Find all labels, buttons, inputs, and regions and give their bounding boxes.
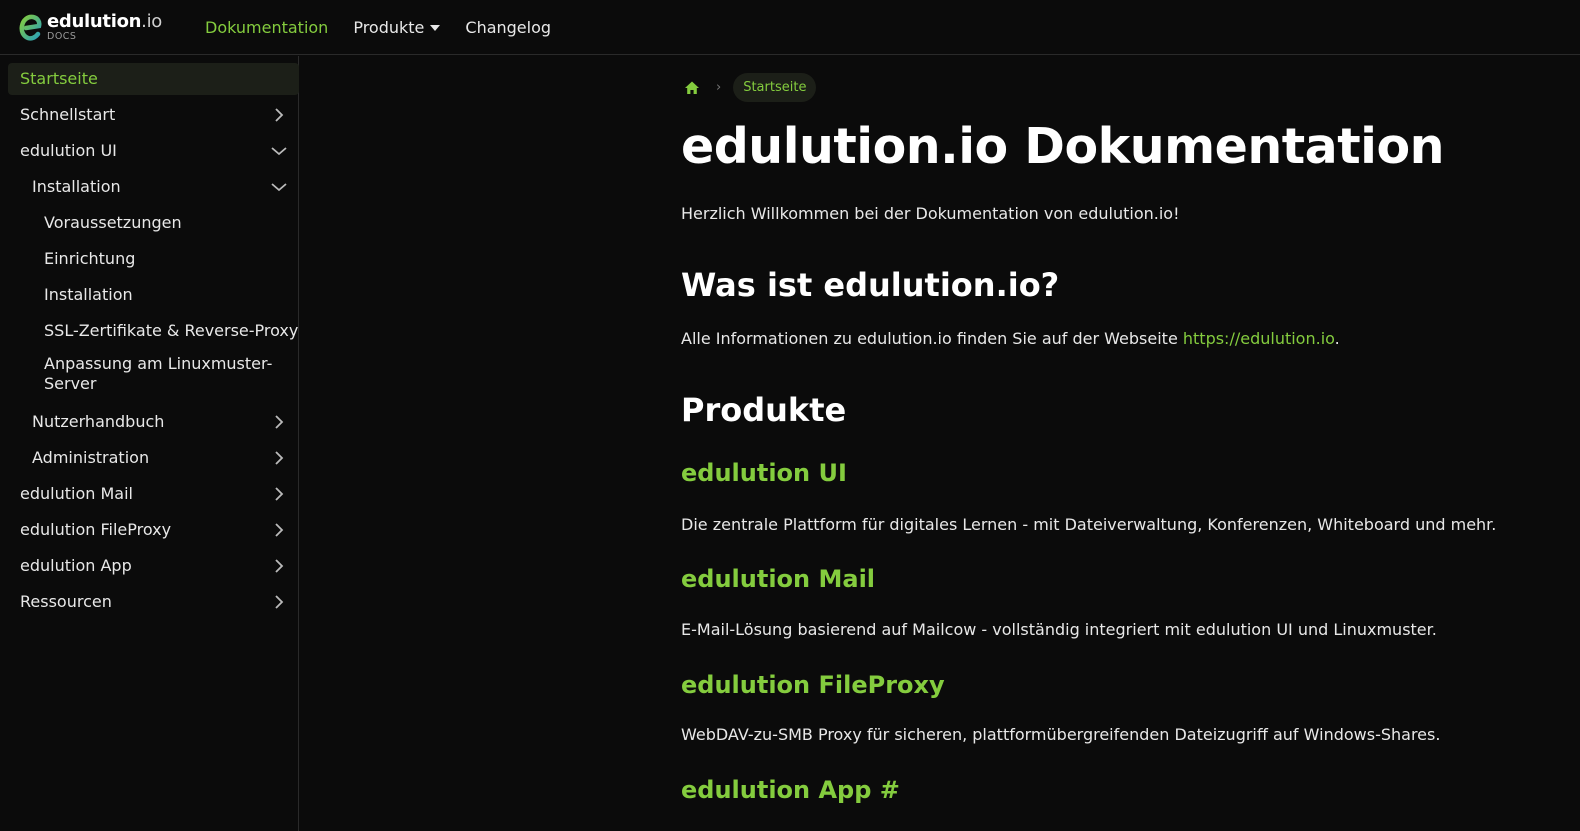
what-text: Alle Informationen zu edulution.io finde… — [681, 329, 1340, 348]
page-title: edulution.io Dokumentation — [681, 118, 1445, 175]
nav-link-dokumentation[interactable]: Dokumentation — [205, 18, 328, 37]
sidebar-item-edulution-fileproxy[interactable]: edulution FileProxy — [8, 514, 299, 546]
caret-down-icon — [430, 25, 441, 31]
chevron-right-icon[interactable] — [271, 486, 287, 502]
chevron-right-icon[interactable] — [271, 522, 287, 538]
home-icon[interactable] — [684, 80, 700, 96]
sidebar-item-ressourcen[interactable]: Ressourcen — [8, 586, 299, 618]
product-heading-mail: edulution Mail — [681, 565, 876, 593]
top-navbar: edulution.io DOCS Dokumentation Produkte… — [0, 0, 1580, 55]
sidebar-item-installation[interactable]: Installation — [8, 279, 299, 311]
chevron-down-icon[interactable] — [271, 143, 287, 159]
sidebar-item-einrichtung[interactable]: Einrichtung — [8, 243, 299, 275]
sidebar-item-edulution-mail[interactable]: edulution Mail — [8, 478, 299, 510]
nav-link-changelog[interactable]: Changelog — [465, 18, 551, 37]
sidebar-item-startseite[interactable]: Startseite — [8, 63, 299, 95]
main-content: › Startseite edulution.io Dokumentation … — [300, 56, 1580, 831]
chevron-right-icon[interactable] — [271, 450, 287, 466]
breadcrumb: › Startseite — [682, 72, 817, 103]
logo-name: edulution.io — [47, 10, 162, 32]
chevron-right-icon[interactable] — [271, 558, 287, 574]
product-heading-app: edulution App # — [681, 776, 900, 804]
product-desc-fileproxy: WebDAV-zu-SMB Proxy für sicheren, plattf… — [681, 725, 1441, 744]
breadcrumb-current: Startseite — [733, 73, 817, 102]
sidebar-item-ssl-zertifikate[interactable]: SSL-Zertifikate & Reverse-Proxy — [8, 315, 299, 347]
product-heading-ui: edulution UI — [681, 459, 847, 487]
chevron-right-icon[interactable] — [271, 414, 287, 430]
nav-link-produkte[interactable]: Produkte — [353, 18, 441, 37]
sidebar-item-edulution-app[interactable]: edulution App — [8, 550, 299, 582]
sidebar-item-anpassung-linuxmuster[interactable]: Anpassung am Linuxmuster- Server — [8, 352, 299, 396]
sidebar-item-voraussetzungen[interactable]: Voraussetzungen — [8, 207, 299, 239]
product-desc-mail: E-Mail-Lösung basierend auf Mailcow - vo… — [681, 620, 1437, 639]
logo[interactable]: edulution.io DOCS — [18, 7, 168, 47]
intro-text: Herzlich Willkommen bei der Dokumentatio… — [681, 204, 1180, 223]
heading-produkte: Produkte — [681, 391, 847, 429]
chevron-right-icon[interactable] — [271, 107, 287, 123]
sidebar-item-installation-group[interactable]: Installation — [8, 171, 299, 203]
logo-sub: DOCS — [47, 30, 77, 42]
sidebar-item-edulution-ui[interactable]: edulution UI — [8, 135, 299, 167]
sidebar: Startseite Schnellstart edulution UI Ins… — [0, 56, 299, 831]
sidebar-item-nutzerhandbuch[interactable]: Nutzerhandbuch — [8, 406, 299, 438]
chevron-right-icon[interactable] — [271, 594, 287, 610]
website-link[interactable]: https://edulution.io — [1183, 329, 1335, 348]
chevron-down-icon[interactable] — [271, 179, 287, 195]
breadcrumb-separator: › — [716, 80, 722, 95]
product-heading-fileproxy: edulution FileProxy — [681, 671, 945, 699]
product-desc-ui: Die zentrale Plattform für digitales Ler… — [681, 515, 1497, 534]
heading-was-ist: Was ist edulution.io? — [681, 266, 1060, 304]
edulution-logo-icon — [19, 14, 42, 41]
sidebar-item-schnellstart[interactable]: Schnellstart — [8, 99, 299, 131]
sidebar-item-administration[interactable]: Administration — [8, 442, 299, 474]
